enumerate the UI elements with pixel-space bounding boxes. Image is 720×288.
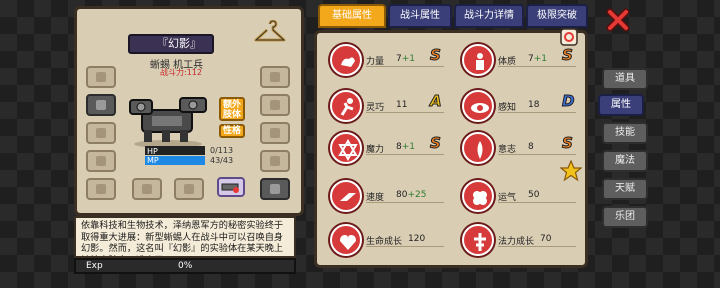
character-description: 依靠科技和生物技术，泽纳恩军方的秘密实验终于取得重大进展：新型蜥蜴人在战斗中可以… [74, 216, 296, 258]
speed-icon [330, 180, 362, 212]
stat-value: 7+1 [396, 54, 415, 64]
stat-value-number: 70 [540, 234, 552, 244]
side-tab-attributes[interactable]: 属性 [598, 94, 644, 116]
stat-value: 7+1 [528, 54, 547, 64]
stat-value: 120 [408, 234, 425, 244]
character-name: 『幻影』 [128, 34, 214, 54]
stat-grade: S [562, 46, 574, 65]
close-button[interactable] [606, 8, 630, 32]
equip-slot-7[interactable] [260, 122, 290, 144]
stat-value-number: 18 [528, 100, 540, 110]
stat-underline [366, 154, 444, 155]
stat-grade: S [430, 46, 442, 65]
equip-slot-helmet[interactable] [86, 66, 116, 88]
stat-underline [498, 112, 576, 113]
mp-value: 43/43 [210, 156, 234, 165]
stat-value-number: 50 [528, 190, 540, 200]
equip-slot-5[interactable] [260, 66, 290, 88]
stat-underline [498, 246, 576, 247]
side-tab-talent[interactable]: 天赋 [602, 178, 648, 200]
hp-label: HP [147, 147, 158, 156]
exp-label: Exp [86, 261, 103, 271]
stat-9[interactable]: 法力成长 70 [458, 224, 584, 260]
hp-value: 0/113 [210, 146, 234, 155]
equip-slot-4[interactable] [86, 178, 116, 200]
tab-combat-attributes[interactable]: 战斗属性 [388, 4, 452, 28]
stat-underline [366, 246, 444, 247]
side-tab-magic[interactable]: 魔法 [602, 150, 648, 172]
extra-limbs-button[interactable]: 额外 肢体 [219, 97, 245, 121]
will-icon [462, 132, 494, 164]
stat-8[interactable]: 生命成长 120 [326, 224, 452, 260]
tab-limit-break[interactable]: 极限突破 [526, 4, 588, 28]
eye-icon [462, 90, 494, 122]
life-growth-icon [330, 224, 362, 256]
stat-bonus: +1 [533, 54, 548, 64]
running-icon [330, 90, 362, 122]
stat-grade: D [561, 92, 575, 111]
clover-icon [462, 180, 494, 212]
exp-value: 0% [178, 261, 193, 271]
mp-label: MP [147, 156, 159, 165]
stat-grade: S [430, 134, 442, 153]
stat-grade: S [562, 134, 574, 153]
equip-slot-2[interactable] [86, 122, 116, 144]
equip-slot-1[interactable] [86, 94, 116, 116]
weapon-icon[interactable] [216, 176, 246, 198]
stat-0[interactable]: 力量 7+1 S [326, 44, 452, 80]
star-icon[interactable] [560, 160, 582, 182]
stat-3[interactable]: 感知 18 D [458, 90, 584, 126]
equip-slot-10[interactable] [132, 178, 162, 200]
side-tab-skills[interactable]: 技能 [602, 122, 648, 144]
equip-slot-8[interactable] [260, 150, 290, 172]
stat-1[interactable]: 体质 7+1 S [458, 44, 584, 80]
hanger-icon[interactable] [254, 20, 286, 46]
equip-slot-3[interactable] [86, 150, 116, 172]
stat-6[interactable]: 速度 80+25 [326, 180, 452, 216]
stat-value-number: 11 [396, 100, 408, 110]
stat-value: 8 [528, 142, 534, 152]
stat-value-number: 80 [396, 190, 408, 200]
equip-slot-6[interactable] [260, 94, 290, 116]
stat-grade: A [430, 92, 443, 111]
stat-value-number: 8 [528, 142, 534, 152]
stat-value: 11 [396, 100, 407, 110]
mana-growth-icon [462, 224, 494, 256]
side-tab-items[interactable]: 道具 [602, 68, 648, 90]
character-power: 战斗力:112 [160, 68, 202, 77]
stat-value: 50 [528, 190, 539, 200]
stat-value: 80+25 [396, 190, 426, 200]
stat-bonus: +1 [401, 54, 416, 64]
stat-value-number: 120 [408, 234, 426, 244]
stat-underline [498, 154, 576, 155]
stat-value: 70 [540, 234, 551, 244]
stat-underline [366, 202, 444, 203]
stat-underline [498, 202, 576, 203]
tab-power-details[interactable]: 战斗力详情 [454, 4, 524, 28]
equip-slot-9[interactable] [260, 178, 290, 200]
stat-2[interactable]: 灵巧 11 A [326, 90, 452, 126]
body-icon [462, 44, 494, 76]
stat-bonus: +1 [401, 142, 416, 152]
side-tab-band[interactable]: 乐团 [602, 206, 648, 228]
exp-bar: Exp 0% [74, 258, 296, 274]
personality-button[interactable]: 性格 [219, 124, 245, 138]
stat-underline [366, 66, 444, 67]
stat-underline [366, 112, 444, 113]
stat-bonus: +25 [407, 190, 427, 200]
tab-basic-attributes[interactable]: 基础属性 [318, 4, 386, 28]
stat-value: 8+1 [396, 142, 415, 152]
equip-slot-11[interactable] [174, 178, 204, 200]
muscle-icon [330, 44, 362, 76]
robot-figure [129, 97, 207, 148]
stat-7[interactable]: 运气 50 [458, 180, 584, 216]
stat-underline [498, 66, 576, 67]
stat-value: 18 [528, 100, 539, 110]
hexagram-icon [330, 132, 362, 164]
stat-4[interactable]: 魔力 8+1 S [326, 132, 452, 168]
